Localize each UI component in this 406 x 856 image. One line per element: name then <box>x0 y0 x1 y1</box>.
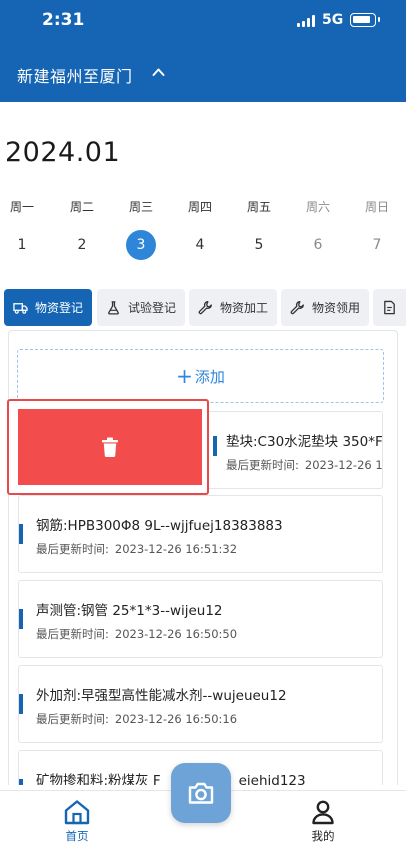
category-tabs: 物资登记 试验登记 物资加工 物资领用 <box>0 289 406 327</box>
project-title[interactable]: 新建福州至厦门 <box>17 63 133 87</box>
weekday-label: 周六 <box>305 200 330 214</box>
nav-mine[interactable]: 我的 <box>298 799 348 844</box>
trash-icon <box>102 437 118 457</box>
truck-icon <box>13 303 28 314</box>
tab-test-register[interactable]: 试验登记 <box>97 289 185 326</box>
record-updated: 最后更新时间: 2023-12-26 1 <box>226 458 383 472</box>
card-accent-bar <box>19 609 23 629</box>
tab-material-register[interactable]: 物资登记 <box>4 289 92 326</box>
date-number[interactable]: 6 <box>303 230 333 260</box>
camera-button[interactable] <box>171 763 231 823</box>
record-card[interactable]: 外加剂:早强型高性能减水剂--wujeueu12 最后更新时间: 2023-12-… <box>18 665 383 743</box>
home-icon <box>64 800 90 825</box>
day-thu[interactable]: 周四 4 <box>178 198 222 260</box>
weekday-label: 周二 <box>69 200 94 214</box>
day-fri[interactable]: 周五 5 <box>237 198 281 260</box>
card-accent-bar <box>19 524 23 544</box>
card-accent-bar <box>19 694 23 714</box>
record-title: 外加剂:早强型高性能减水剂--wujeueu12 <box>36 688 287 704</box>
date-number[interactable]: 2 <box>67 230 97 260</box>
record-card[interactable]: 钢筋:HPB300Φ8 9L--wjjfuej18383883 最后更新时间: 2… <box>18 495 383 573</box>
day-wed[interactable]: 周三 3 <box>119 198 163 260</box>
day-tue[interactable]: 周二 2 <box>60 198 104 260</box>
weekday-label: 周三 <box>128 200 153 214</box>
date-number[interactable]: 4 <box>185 230 215 260</box>
document-icon <box>384 300 395 315</box>
nav-mine-label: 我的 <box>311 829 335 843</box>
date-number-selected[interactable]: 3 <box>126 230 156 260</box>
flask-icon <box>108 301 119 315</box>
chevron-up-icon[interactable] <box>152 66 165 79</box>
week-strip: 周一 1 周二 2 周三 3 周四 4 周五 5 周六 6 周日 7 <box>0 198 406 264</box>
weekday-label: 周一 <box>9 200 34 214</box>
record-title: 声测管:钢管 25*1*3--wijeu12 <box>36 603 223 619</box>
date-number[interactable]: 5 <box>244 230 274 260</box>
record-title: 垫块:C30水泥垫块 350*F <box>226 434 383 450</box>
user-icon <box>312 800 334 825</box>
signal-icon <box>297 15 315 27</box>
status-time: 2:31 <box>42 10 85 30</box>
card-accent-bar <box>213 436 217 456</box>
network-type: 5G <box>322 12 344 28</box>
tab-label: 物资加工 <box>220 301 269 315</box>
add-label: 添加 <box>194 368 225 386</box>
weekday-label: 周日 <box>364 200 389 214</box>
status-bar: 2:31 5G <box>0 0 406 42</box>
record-title: 钢筋:HPB300Φ8 9L--wjjfuej18383883 <box>36 518 283 534</box>
app-header: 2:31 5G 新建福州至厦门 <box>0 0 406 102</box>
record-updated: 最后更新时间: 2023-12-26 16:51:32 <box>36 542 238 556</box>
record-card[interactable]: 声测管:钢管 25*1*3--wijeu12 最后更新时间: 2023-12-26… <box>18 580 383 658</box>
tab-label: 试验登记 <box>128 301 177 315</box>
nav-home-label: 首页 <box>65 829 89 843</box>
tab-label: 物资领用 <box>312 301 361 315</box>
record-updated: 最后更新时间: 2023-12-26 16:50:50 <box>36 627 238 641</box>
plus-icon: + <box>176 364 193 388</box>
wrench-icon <box>290 301 304 315</box>
date-number[interactable]: 1 <box>7 230 37 260</box>
add-button[interactable]: + 添加 <box>17 349 384 403</box>
weekday-label: 周四 <box>187 200 212 214</box>
day-sat[interactable]: 周六 6 <box>296 198 340 260</box>
delete-action-highlight <box>7 399 209 495</box>
tab-more[interactable] <box>373 289 406 326</box>
record-updated: 最后更新时间: 2023-12-26 16:50:16 <box>36 712 238 726</box>
weekday-label: 周五 <box>246 200 271 214</box>
tab-material-processing[interactable]: 物资加工 <box>189 289 277 326</box>
battery-icon <box>350 13 380 27</box>
camera-icon <box>188 782 214 804</box>
card-accent-bar <box>19 779 23 785</box>
day-mon[interactable]: 周一 1 <box>0 198 44 260</box>
month-title: 2024.01 <box>5 137 121 168</box>
delete-button[interactable] <box>18 409 202 485</box>
tab-label: 物资登记 <box>35 301 84 315</box>
nav-home[interactable]: 首页 <box>52 799 102 844</box>
date-number[interactable]: 7 <box>362 230 392 260</box>
tab-material-requisition[interactable]: 物资领用 <box>281 289 369 326</box>
day-sun[interactable]: 周日 7 <box>355 198 399 260</box>
wrench-icon <box>198 301 212 315</box>
